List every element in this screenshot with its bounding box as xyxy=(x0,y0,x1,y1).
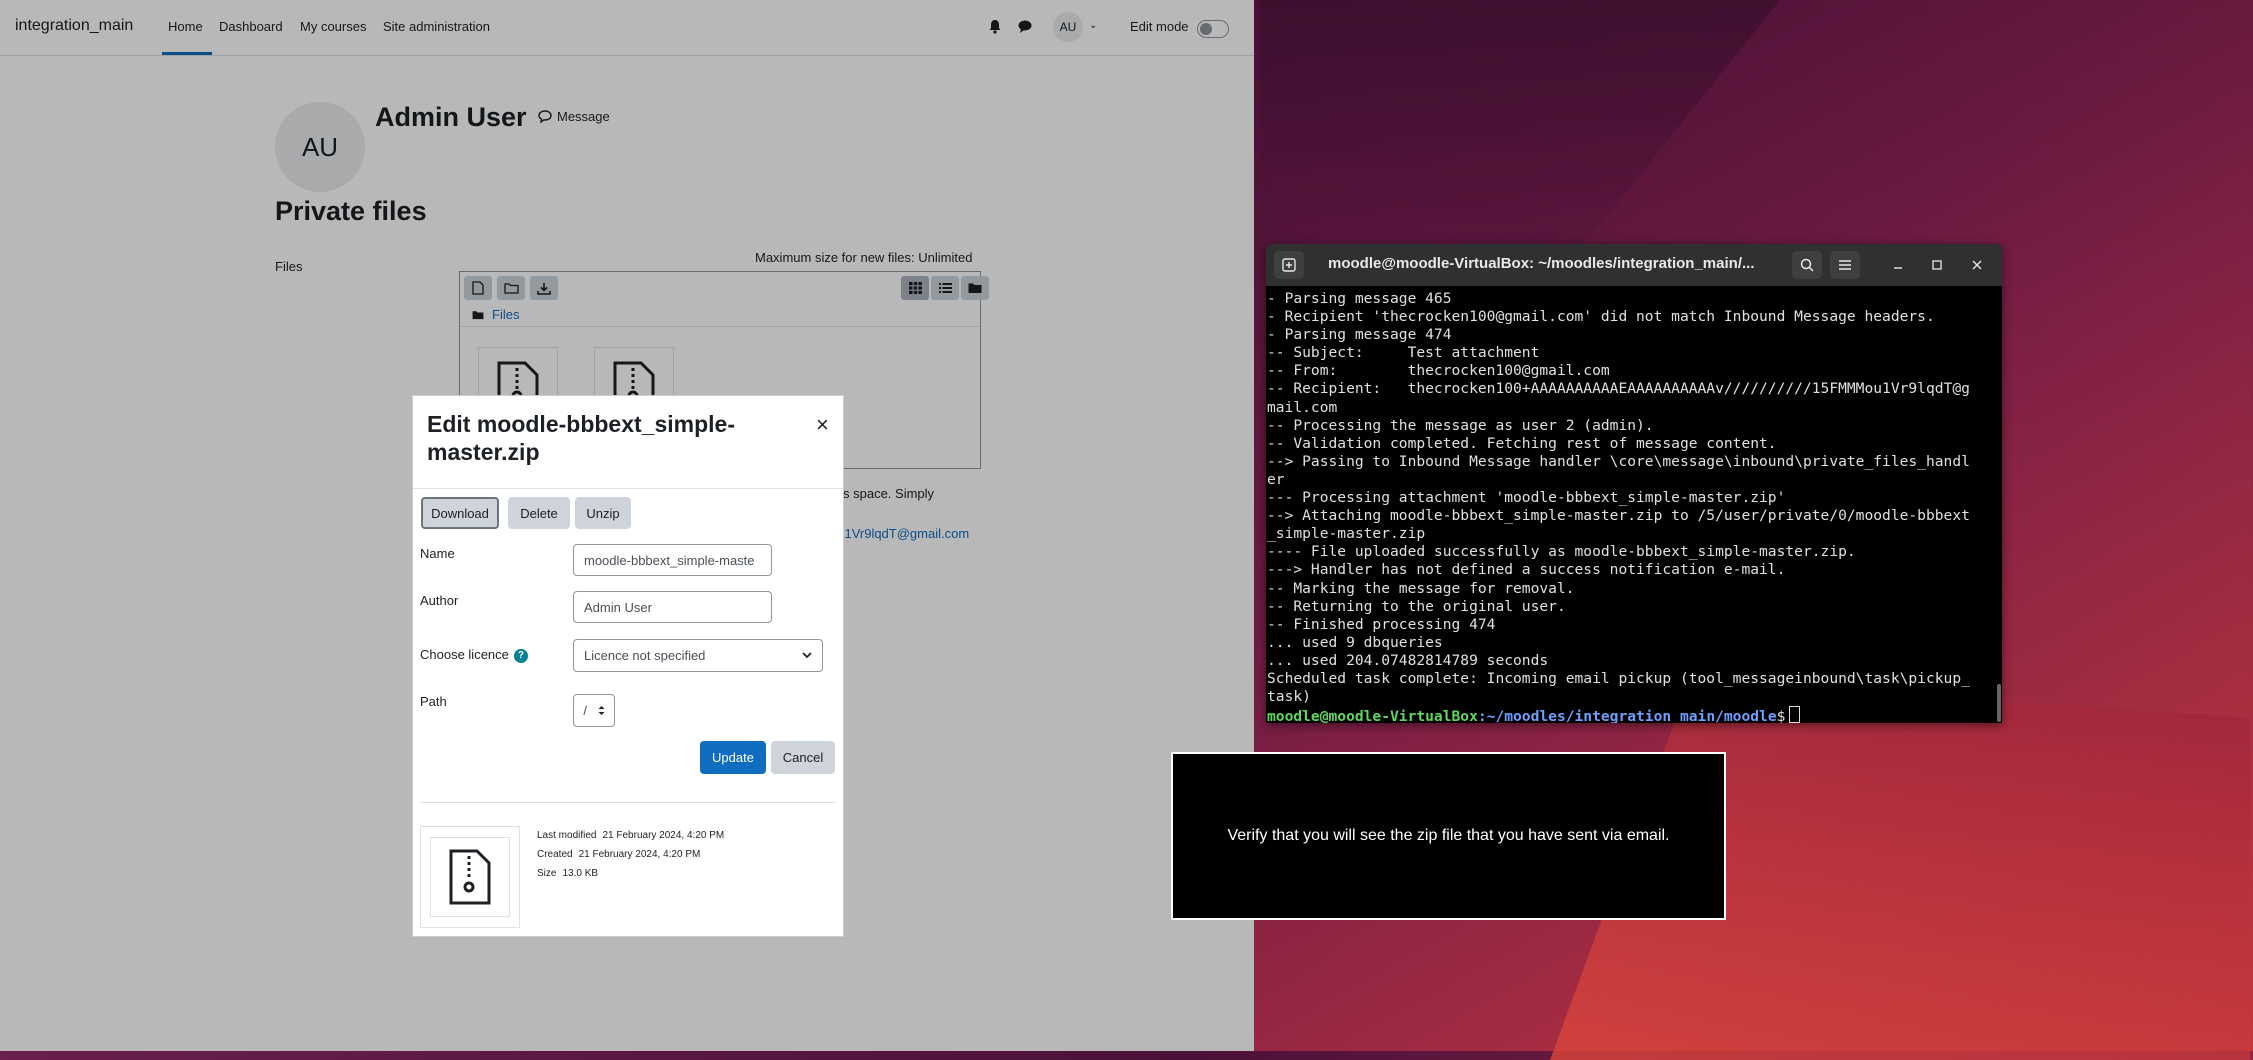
terminal-line: _simple-master.zip xyxy=(1267,525,1426,543)
terminal-cursor xyxy=(1789,706,1801,723)
instruction-overlay: Verify that you will see the zip file th… xyxy=(1171,752,1726,920)
author-label: Author xyxy=(420,593,459,608)
instruction-text: Verify that you will see the zip file th… xyxy=(1227,827,1670,844)
created-label: Created xyxy=(537,849,573,860)
terminal-title: moodle@moodle-VirtualBox: ~/moodles/inte… xyxy=(1328,255,1755,272)
path-selected-value: / xyxy=(583,703,587,718)
terminal-line: -- Marking the message for removal. xyxy=(1267,579,1575,597)
file-preview xyxy=(420,826,520,928)
terminal-window: moodle@moodle-VirtualBox: ~/moodles/inte… xyxy=(1266,244,2002,723)
terminal-line: er xyxy=(1267,470,1285,488)
terminal-line: -- Processing the message as user 2 (adm… xyxy=(1267,416,1654,434)
terminal-output[interactable]: - Parsing message 465- Recipient 'thecro… xyxy=(1267,290,1992,723)
help-icon[interactable]: ? xyxy=(513,648,528,663)
terminal-line: ---> Handler has not defined a success n… xyxy=(1267,561,1786,579)
download-button[interactable]: Download xyxy=(421,497,499,529)
close-icon[interactable]: × xyxy=(816,412,829,438)
terminal-line: ... used 204.07482814789 seconds xyxy=(1267,651,1549,669)
path-label: Path xyxy=(420,694,447,709)
delete-button[interactable]: Delete xyxy=(508,497,570,529)
hamburger-menu-icon[interactable] xyxy=(1830,251,1860,279)
created-value: 21 February 2024, 4:20 PM xyxy=(578,849,701,860)
terminal-line: Scheduled task complete: Incoming email … xyxy=(1267,669,1970,687)
licence-select[interactable]: Licence not specified xyxy=(573,639,823,672)
licence-label-text: Choose licence xyxy=(420,647,509,662)
name-label: Name xyxy=(420,546,455,561)
edit-file-dialog: Edit moodle-bbbext_simple-master.zip × D… xyxy=(412,395,844,937)
last-modified-label: Last modified xyxy=(537,830,597,841)
prompt-user: moodle@moodle-VirtualBox xyxy=(1267,708,1478,723)
terminal-line: --- Processing attachment 'moodle-bbbext… xyxy=(1267,489,1786,507)
divider xyxy=(413,488,843,489)
terminal-line: -- Subject: Test attachment xyxy=(1267,344,1540,362)
size-label: Size xyxy=(537,868,557,879)
terminal-line: - Parsing message 474 xyxy=(1267,326,1452,344)
terminal-line: - Recipient 'thecrocken100@gmail.com' di… xyxy=(1267,308,1935,326)
up-down-arrows-icon xyxy=(598,706,605,715)
author-input[interactable]: Admin User xyxy=(573,591,772,623)
licence-label: Choose licence? xyxy=(420,647,528,663)
terminal-line: ---- File uploaded successfully as moodl… xyxy=(1267,543,1856,561)
cancel-button[interactable]: Cancel xyxy=(771,741,835,774)
created-row: Created 21 February 2024, 4:20 PM xyxy=(537,849,700,860)
last-modified-value: 21 February 2024, 4:20 PM xyxy=(602,830,725,841)
prompt-suffix: $ xyxy=(1776,708,1786,723)
licence-selected-value: Licence not specified xyxy=(584,648,706,663)
terminal-line: ... used 9 dbqueries xyxy=(1267,633,1443,651)
last-modified-row: Last modified 21 February 2024, 4:20 PM xyxy=(537,830,724,841)
terminal-scrollbar[interactable] xyxy=(1997,684,2001,722)
unzip-button[interactable]: Unzip xyxy=(575,497,631,529)
close-icon[interactable] xyxy=(1966,254,1988,276)
size-row: Size 13.0 KB xyxy=(537,868,598,879)
terminal-line: -- Validation completed. Fetching rest o… xyxy=(1267,434,1777,452)
terminal-line: --> Attaching moodle-bbbext_simple-maste… xyxy=(1267,507,1970,525)
new-tab-icon[interactable] xyxy=(1274,251,1304,279)
terminal-line: - Parsing message 465 xyxy=(1267,290,1452,307)
file-preview-inner xyxy=(430,837,510,917)
terminal-line: task) xyxy=(1267,688,1311,706)
terminal-titlebar[interactable]: moodle@moodle-VirtualBox: ~/moodles/inte… xyxy=(1266,244,2002,286)
maximize-icon[interactable] xyxy=(1926,254,1948,276)
divider xyxy=(420,802,836,803)
terminal-line: -- Recipient: thecrocken100+AAAAAAAAAAEA… xyxy=(1267,380,1970,398)
zip-file-icon xyxy=(449,849,491,905)
terminal-line: mail.com xyxy=(1267,398,1338,416)
browser-window: integration_main Home Dashboard My cours… xyxy=(0,0,1254,1051)
name-input[interactable]: moodle-bbbext_simple-maste xyxy=(573,544,772,576)
terminal-line: --> Passing to Inbound Message handler \… xyxy=(1267,452,1970,470)
prompt-path: :~/moodles/integration_main/moodle xyxy=(1477,708,1777,723)
terminal-line: -- Returning to the original user. xyxy=(1267,597,1566,615)
terminal-line: -- From: thecrocken100@gmail.com xyxy=(1267,362,1610,380)
terminal-prompt-line: moodle@moodle-VirtualBox:~/moodles/integ… xyxy=(1267,706,1992,723)
size-value: 13.0 KB xyxy=(562,868,599,879)
minimize-icon[interactable] xyxy=(1887,254,1909,276)
terminal-line: -- Finished processing 474 xyxy=(1267,615,1496,633)
path-select[interactable]: / xyxy=(573,694,615,727)
chevron-down-icon xyxy=(802,652,812,659)
update-button[interactable]: Update xyxy=(700,741,766,774)
search-icon[interactable] xyxy=(1792,251,1822,279)
dialog-title: Edit moodle-bbbext_simple-master.zip xyxy=(427,411,735,465)
